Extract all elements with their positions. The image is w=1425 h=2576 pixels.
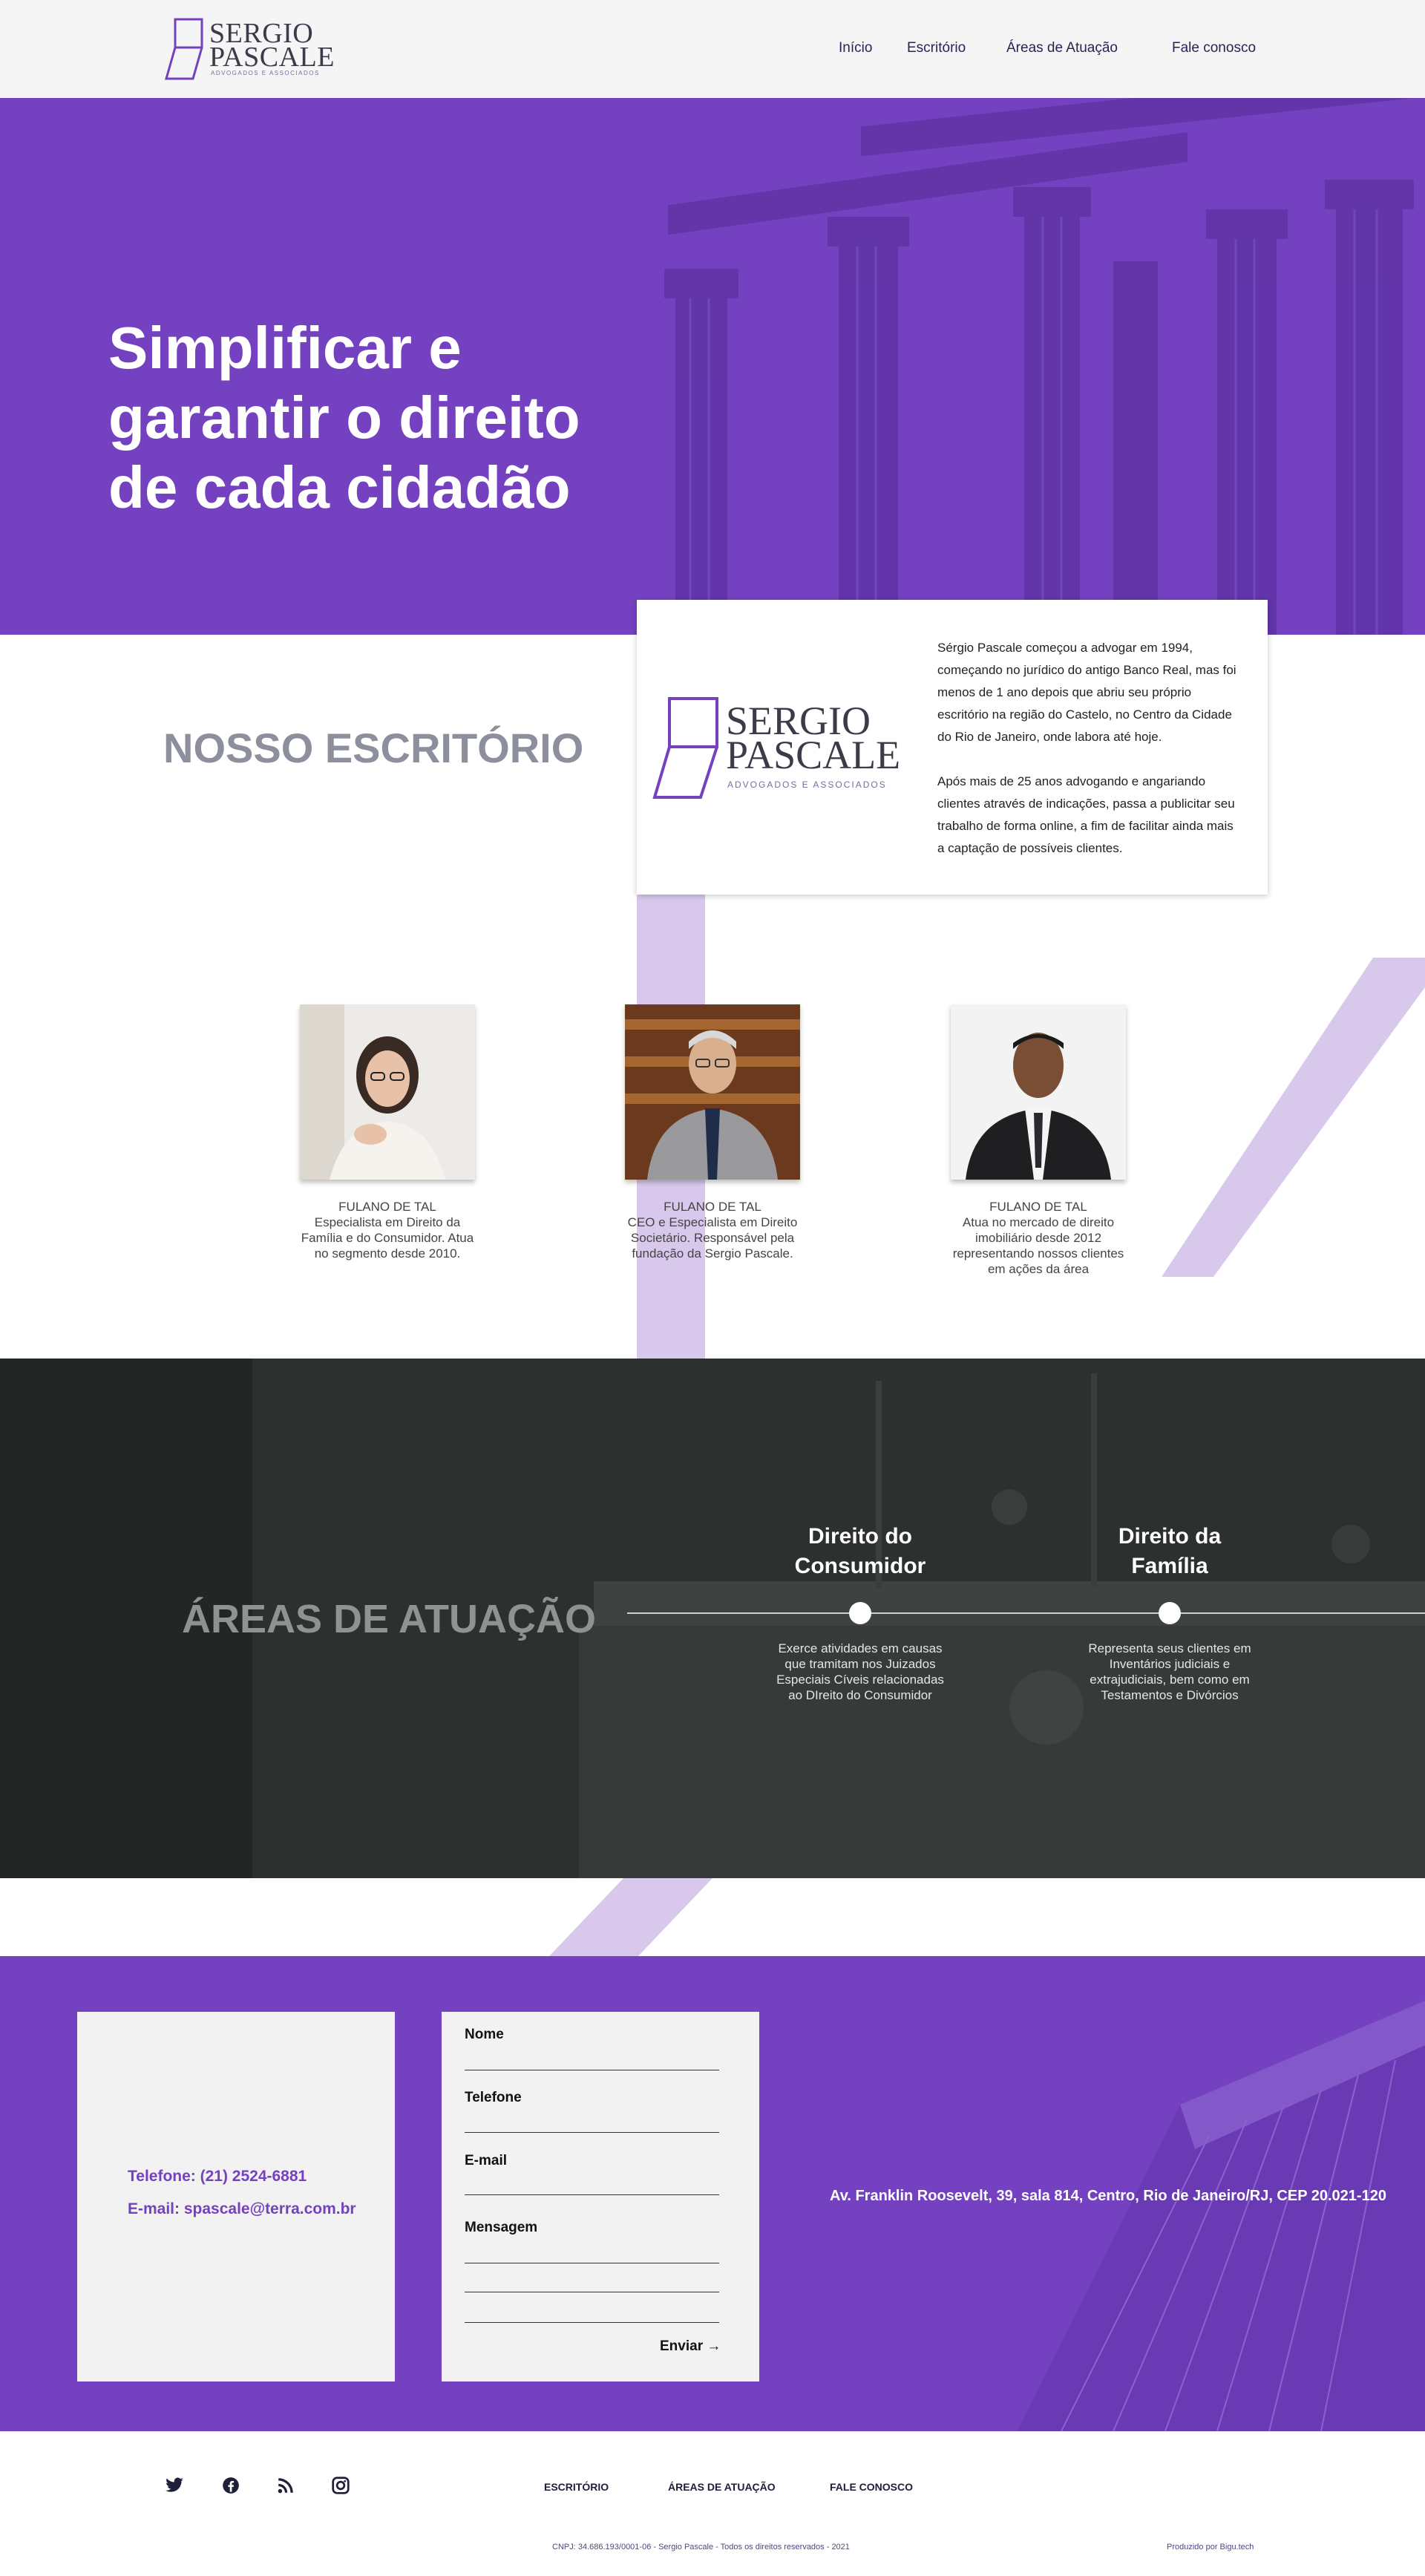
area-description: Representa seus clientes em Inventários … [1088,1641,1251,1702]
card-logo-line2: PASCALE [726,733,901,777]
nav-fale-conosco[interactable]: Fale conosco [1172,40,1256,56]
send-label: Enviar [660,2338,704,2354]
office-paragraph: Após mais de 25 anos advogando e angaria… [937,774,1235,855]
hero-title: Simplificar e garantir o direito de cada… [108,315,580,520]
area-dot[interactable] [849,1602,871,1624]
office-address: Av. Franklin Roosevelt, 39, sala 814, Ce… [830,2188,1386,2204]
hero-section: Simplificar e garantir o direito de cada… [0,98,1425,635]
contact-email[interactable]: E-mail: spascale@terra.com.br [128,2200,356,2218]
facebook-icon[interactable] [221,2476,240,2495]
team-member-card: FULANO DE TAL CEO e Especialista em Dire… [625,1004,800,1261]
team-member-photo [625,1004,800,1180]
nav-areas[interactable]: Áreas de Atuação [1006,40,1118,56]
team-member-info: FULANO DE TAL Especialista em Direito da… [300,1199,475,1261]
area-dot[interactable] [1159,1602,1181,1624]
team-member-card: FULANO DE TAL Especialista em Direito da… [300,1004,475,1261]
area-item[interactable]: Direito da Família [1077,1522,1262,1581]
site-header: SERGIO PASCALE ADVOGADOS E ASSOCIADOS In… [0,0,1425,98]
team-member-name: FULANO DE TAL [989,1200,1087,1214]
phone-field[interactable] [465,2132,719,2133]
area-name: Direito da Família [1118,1524,1222,1578]
team-member-info: FULANO DE TAL CEO e Especialista em Dire… [625,1199,800,1261]
logo-mark-icon [652,697,718,799]
footer-link-fale-conosco[interactable]: FALE CONOSCO [830,2481,913,2493]
team-member-desc: CEO e Especialista em Direito Societário… [627,1215,798,1261]
footer-link-areas[interactable]: ÁREAS DE ATUAÇÃO [668,2481,776,2493]
team-member-photo [951,1004,1126,1180]
site-logo[interactable]: SERGIO PASCALE ADVOGADOS E ASSOCIADOS [165,16,334,82]
contact-phone[interactable]: Telefone: (21) 2524-6881 [128,2168,307,2186]
team-member-desc: Atua no mercado de direito imobiliário d… [952,1215,1124,1276]
office-card-logo: SERGIO PASCALE ADVOGADOS E ASSOCIADOS [652,696,901,800]
decorative-diagonal-stripe [549,1878,712,1956]
nav-inicio[interactable]: Início [839,40,872,56]
office-description: Sérgio Pascale começou a advogar em 1994… [937,637,1242,860]
office-title: NOSSO ESCRITÓRIO [163,725,584,771]
message-field-line[interactable] [465,2322,719,2323]
team-member-photo [300,1004,475,1180]
logo-subtitle: ADVOGADOS E ASSOCIADOS [211,70,320,76]
twitter-icon[interactable] [165,2476,184,2495]
site-footer: ESCRITÓRIO ÁREAS DE ATUAÇÃO FALE CONOSCO… [0,2431,1425,2576]
areas-title: ÁREAS DE ATUAÇÃO [182,1597,597,1641]
team-member-desc: Especialista em Direito da Família e do … [301,1215,474,1261]
team-member-name: FULANO DE TAL [338,1200,436,1214]
card-logo-subtitle: ADVOGADOS E ASSOCIADOS [727,779,887,790]
instagram-icon[interactable] [331,2476,350,2495]
team-member-info: FULANO DE TAL Atua no mercado de direito… [951,1199,1126,1277]
footer-credit[interactable]: Produzido por Bigu.tech [1167,2543,1254,2552]
name-label: Nome [465,2027,504,2042]
email-field[interactable] [465,2194,719,2195]
rss-icon[interactable] [276,2476,295,2495]
phone-label: Telefone [465,2090,522,2105]
footer-link-escritorio[interactable]: ESCRITÓRIO [544,2481,609,2493]
areas-section: ÁREAS DE ATUAÇÃO Direito do Consumidor E… [0,1359,1425,1878]
email-label: E-mail [465,2153,508,2168]
area-item[interactable]: Direito do Consumidor [767,1522,953,1581]
arrow-right-icon: → [707,2338,721,2354]
area-description: Exerce atividades em causas que tramitam… [776,1641,944,1702]
decorative-diagonal-stripe [1162,958,1425,1277]
hero-columns-image [664,98,1425,635]
nav-escritorio[interactable]: Escritório [907,40,966,56]
footer-legal: CNPJ: 34.686.193/0001-06 - Sergio Pascal… [552,2543,850,2552]
team-member-card: FULANO DE TAL Atua no mercado de direito… [951,1004,1126,1277]
contact-form: Nome Telefone E-mail Mensagem Enviar → [442,2012,759,2382]
message-label: Mensagem [465,2220,538,2235]
send-button[interactable]: Enviar → [660,2338,721,2355]
team-member-name: FULANO DE TAL [664,1200,761,1214]
contact-info-box: Telefone: (21) 2524-6881 E-mail: spascal… [77,2012,395,2382]
logo-text-line2: PASCALE [209,42,335,73]
office-paragraph: Sérgio Pascale começou a advogar em 1994… [937,641,1236,744]
office-card: SERGIO PASCALE ADVOGADOS E ASSOCIADOS Sé… [637,600,1268,895]
logo-mark-icon [165,18,203,80]
area-name: Direito do Consumidor [794,1524,926,1578]
areas-timeline [627,1612,1425,1614]
